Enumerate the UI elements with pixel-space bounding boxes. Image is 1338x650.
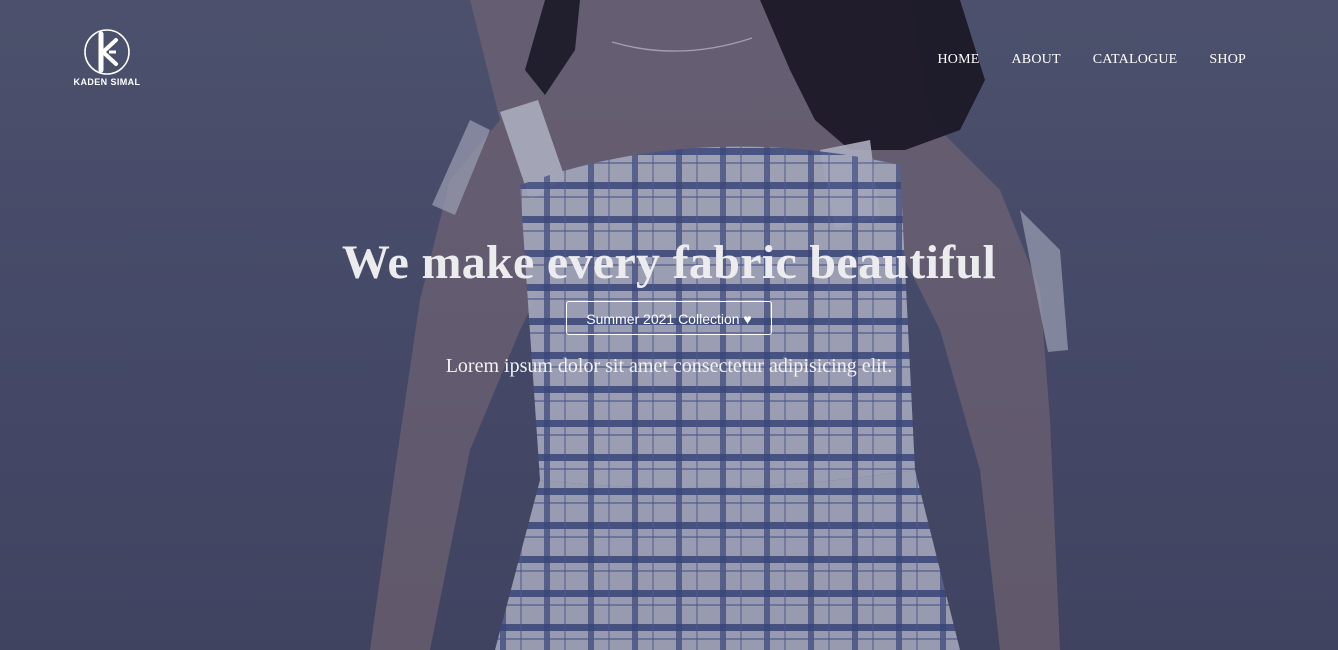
- brand-name: KADEN SIMAL: [73, 77, 141, 87]
- k-monogram-circle-icon: [84, 29, 130, 75]
- hero-section: We make every fabric beautiful Summer 20…: [0, 232, 1338, 378]
- hero-title: We make every fabric beautiful: [341, 236, 997, 289]
- main-navigation: HOME ABOUT CATALOGUE SHOP: [937, 52, 1246, 68]
- brand-logo[interactable]: KADEN SIMAL: [70, 28, 144, 90]
- nav-about-link[interactable]: ABOUT: [1011, 52, 1060, 68]
- nav-catalogue-link[interactable]: CATALOGUE: [1093, 52, 1178, 68]
- hero-subtitle: Lorem ipsum dolor sit amet consectetur a…: [445, 355, 893, 377]
- summer-collection-button[interactable]: Summer 2021 Collection ♥: [566, 301, 772, 335]
- nav-shop-link[interactable]: SHOP: [1209, 52, 1246, 68]
- nav-home-link[interactable]: HOME: [937, 52, 979, 68]
